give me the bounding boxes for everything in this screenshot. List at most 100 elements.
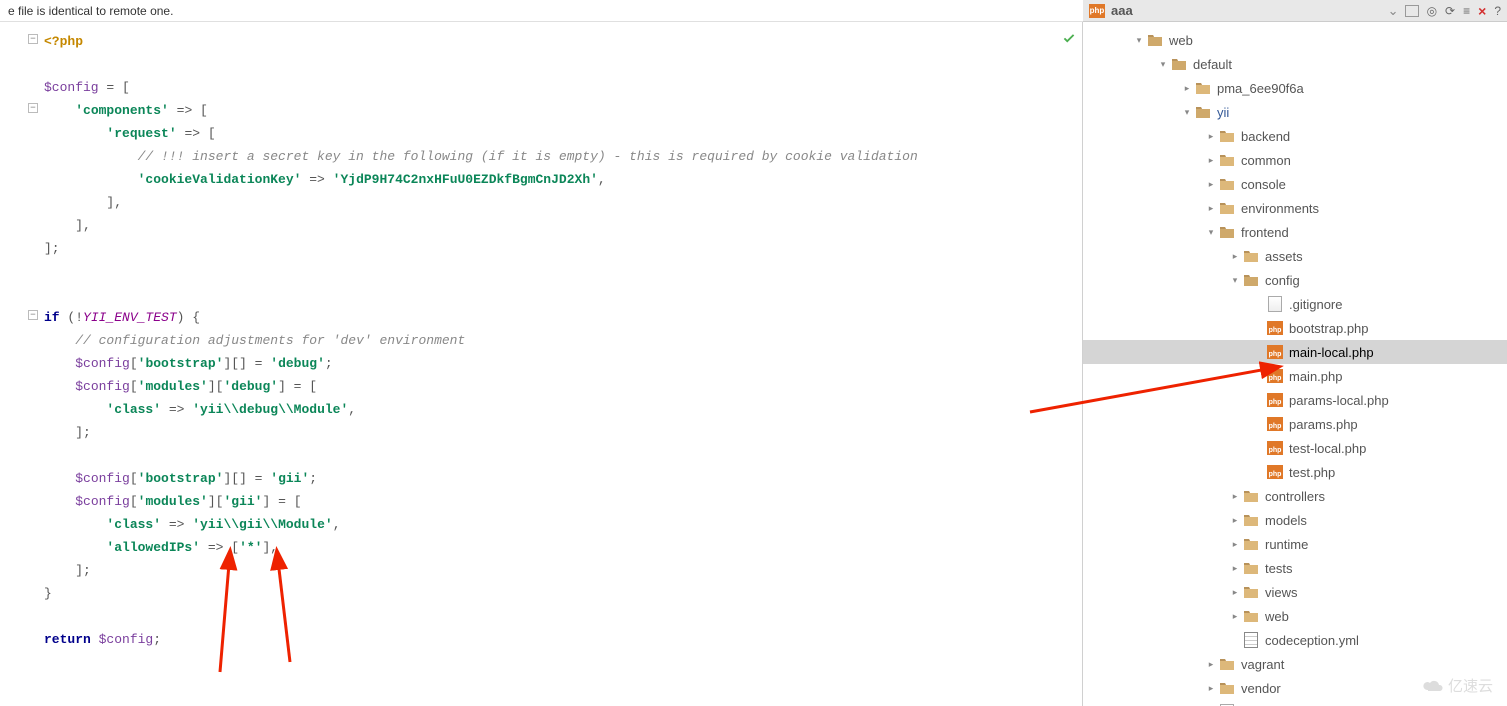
tree-label: bootstrap.php (1289, 321, 1369, 336)
tree-label: main-local.php (1289, 345, 1374, 360)
tree-folder[interactable]: ▸ backend (1083, 124, 1507, 148)
tree-label: models (1265, 513, 1307, 528)
expand-icon[interactable] (1253, 298, 1265, 310)
expand-icon[interactable]: ▾ (1229, 274, 1241, 286)
tree-folder[interactable]: ▾ default (1083, 52, 1507, 76)
expand-icon[interactable]: ▸ (1181, 82, 1193, 94)
status-text: e file is identical to remote one. (8, 4, 173, 18)
tree-label: views (1265, 585, 1298, 600)
tree-label: tests (1265, 561, 1292, 576)
tree-file[interactable]: .bowerrc (1083, 700, 1507, 706)
expand-icon[interactable]: ▸ (1205, 154, 1217, 166)
tree-folder[interactable]: ▸ views (1083, 580, 1507, 604)
fold-marker[interactable]: − (28, 310, 38, 320)
tree-folder[interactable]: ▸common (1083, 148, 1507, 172)
expand-icon[interactable]: ▸ (1229, 250, 1241, 262)
expand-icon[interactable]: ▾ (1181, 106, 1193, 118)
tree-label: vagrant (1241, 657, 1284, 672)
expand-icon[interactable]: ▸ (1229, 586, 1241, 598)
tree-file[interactable]: phpmain-local.php (1083, 340, 1507, 364)
tree-label: params.php (1289, 417, 1358, 432)
fold-marker[interactable]: − (28, 103, 38, 113)
expand-icon[interactable]: ▸ (1229, 562, 1241, 574)
tree-file[interactable]: phpmain.php (1083, 364, 1507, 388)
expand-icon[interactable]: ▸ (1205, 682, 1217, 694)
tree-label: yii (1217, 105, 1229, 120)
expand-icon[interactable] (1253, 346, 1265, 358)
tree-folder[interactable]: ▸assets (1083, 244, 1507, 268)
tree-label: web (1265, 609, 1289, 624)
tree-file[interactable]: .gitignore (1083, 292, 1507, 316)
expand-icon[interactable]: ▸ (1229, 610, 1241, 622)
fold-marker[interactable]: − (28, 34, 38, 44)
gutter: − − − (0, 22, 40, 706)
tree-file[interactable]: phptest.php (1083, 460, 1507, 484)
code-area[interactable]: <?php $config = [ 'components' => [ 'req… (40, 22, 1082, 706)
tree-label: test-local.php (1289, 441, 1366, 456)
expand-icon[interactable] (1253, 418, 1265, 430)
expand-icon[interactable]: ▸ (1229, 538, 1241, 550)
tree-folder[interactable]: ▸ models (1083, 508, 1507, 532)
expand-icon[interactable]: ▸ (1205, 130, 1217, 142)
tree-label: .gitignore (1289, 297, 1342, 312)
expand-icon[interactable] (1253, 466, 1265, 478)
expand-icon[interactable] (1253, 370, 1265, 382)
dropdown-icon[interactable]: ⌄ (1388, 3, 1399, 19)
tree-label: controllers (1265, 489, 1325, 504)
locate-icon[interactable]: ◎ (1427, 4, 1437, 18)
tree-file[interactable]: phptest-local.php (1083, 436, 1507, 460)
expand-icon[interactable]: ▸ (1205, 178, 1217, 190)
validation-ok-icon (1062, 32, 1076, 46)
project-tree[interactable]: ▾web▾default▸pma_6ee90f6a▾yii▸backend▸co… (1083, 22, 1507, 706)
tree-label: main.php (1289, 369, 1342, 384)
tree-label: pma_6ee90f6a (1217, 81, 1304, 96)
expand-icon[interactable]: ▸ (1229, 490, 1241, 502)
more-button[interactable] (1405, 5, 1419, 17)
tree-file[interactable]: phpparams.php (1083, 412, 1507, 436)
expand-icon[interactable]: ▾ (1157, 58, 1169, 70)
help-icon[interactable]: ? (1494, 4, 1501, 18)
project-header: php aaa ⌄ ◎ ⟳ ≡ × ? (1083, 0, 1507, 22)
expand-icon[interactable]: ▸ (1205, 202, 1217, 214)
expand-icon[interactable]: ▾ (1133, 34, 1145, 46)
tree-label: config (1265, 273, 1300, 288)
tree-label: web (1169, 33, 1193, 48)
tree-folder[interactable]: ▸ runtime (1083, 532, 1507, 556)
tree-label: frontend (1241, 225, 1289, 240)
collapse-icon[interactable]: ≡ (1463, 4, 1470, 18)
expand-icon[interactable]: ▸ (1229, 514, 1241, 526)
tree-file[interactable]: phpparams-local.php (1083, 388, 1507, 412)
expand-icon[interactable] (1253, 442, 1265, 454)
tree-folder[interactable]: ▸ web (1083, 604, 1507, 628)
tree-folder[interactable]: ▸ console (1083, 172, 1507, 196)
tree-folder[interactable]: ▸ controllers (1083, 484, 1507, 508)
tree-folder[interactable]: ▸ pma_6ee90f6a (1083, 76, 1507, 100)
tree-label: default (1193, 57, 1232, 72)
expand-icon[interactable] (1229, 634, 1241, 646)
tree-file[interactable]: phpbootstrap.php (1083, 316, 1507, 340)
tree-label: runtime (1265, 537, 1308, 552)
expand-icon[interactable] (1253, 322, 1265, 334)
editor-pane: − − − <?php $config = [ 'components' => … (0, 22, 1083, 706)
tree-label: console (1241, 177, 1286, 192)
tree-file[interactable]: codeception.yml (1083, 628, 1507, 652)
expand-icon[interactable]: ▸ (1205, 658, 1217, 670)
close-icon[interactable]: × (1478, 3, 1486, 19)
tree-label: environments (1241, 201, 1319, 216)
tree-label: codeception.yml (1265, 633, 1359, 648)
tree-label: test.php (1289, 465, 1335, 480)
php-file-icon: php (1089, 4, 1105, 18)
expand-icon[interactable] (1253, 394, 1265, 406)
tree-folder[interactable]: ▸ environments (1083, 196, 1507, 220)
tree-label: backend (1241, 129, 1290, 144)
tree-folder[interactable]: ▾ yii (1083, 100, 1507, 124)
tree-folder[interactable]: ▾ web (1083, 28, 1507, 52)
refresh-icon[interactable]: ⟳ (1445, 4, 1455, 18)
tree-folder[interactable]: ▾ config (1083, 268, 1507, 292)
tree-folder[interactable]: ▾ frontend (1083, 220, 1507, 244)
tree-folder[interactable]: ▸ tests (1083, 556, 1507, 580)
tree-folder[interactable]: ▸ vagrant (1083, 652, 1507, 676)
tree-label: vendor (1241, 681, 1281, 696)
open-file-name: aaa (1111, 3, 1382, 18)
expand-icon[interactable]: ▾ (1205, 226, 1217, 238)
